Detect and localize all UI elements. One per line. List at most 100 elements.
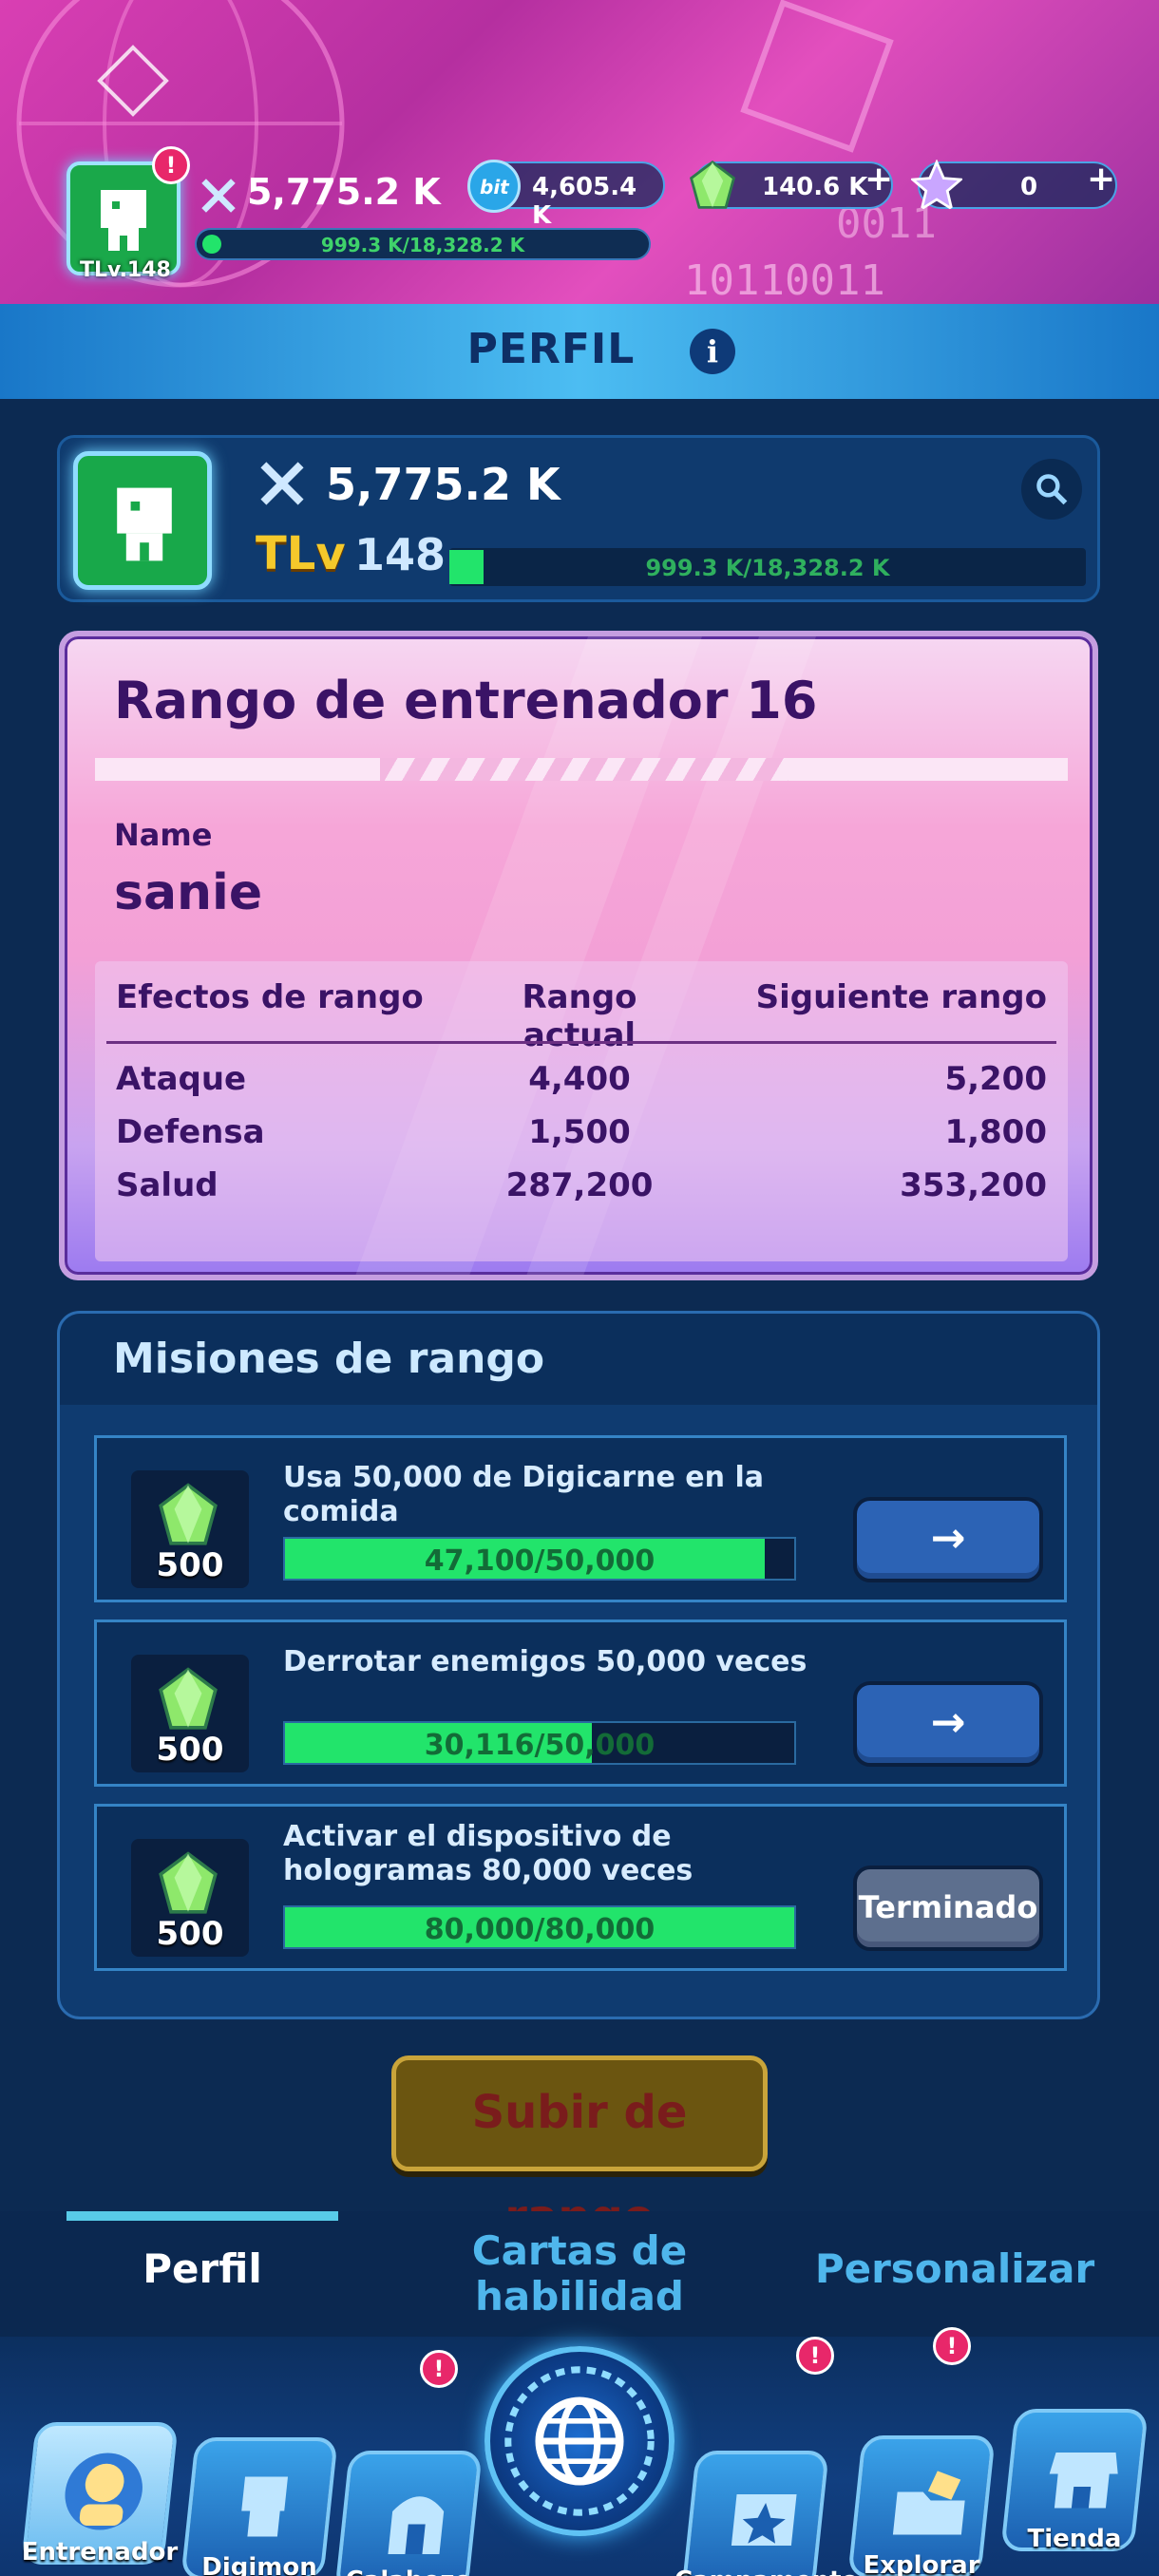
green-crystal-icon <box>159 1851 218 1914</box>
mission-item: 500 Activar el dispositivo de hologramas… <box>94 1804 1067 1971</box>
nav-calabozo-label: Calabozo <box>332 2567 484 2576</box>
camp-flag-icon <box>731 2494 797 2546</box>
name-value: sanie <box>114 864 263 921</box>
mission-progress-bar: 80,000/80,000 <box>283 1905 796 1949</box>
nav-digimon[interactable]: Digimon <box>179 2437 340 2576</box>
profile-xp-text: 999.3 K/18,328.2 K <box>645 555 890 581</box>
mission-description: Usa 50,000 de Digicarne en la comida <box>283 1461 764 1528</box>
row-current: 287,200 <box>505 1166 654 1204</box>
profile-sub-tabs: Perfil Cartas de habilidad Personalizar <box>0 2211 1159 2337</box>
nav-campamento-box <box>681 2451 829 2576</box>
mission-description: Derrotar enemigos 50,000 veces <box>283 1645 808 1678</box>
explorar-alert-badge: ! <box>933 2327 971 2365</box>
nav-campamento-label: Campamento <box>674 2567 858 2576</box>
stars-value: 0 <box>1020 173 1038 201</box>
search-button[interactable] <box>1021 459 1082 520</box>
mission-reward: 500 <box>131 1839 249 1957</box>
profile-power-value: 5,775.2 K <box>326 459 560 510</box>
search-icon <box>1036 474 1068 505</box>
add-stars-button[interactable]: + <box>1087 160 1115 199</box>
mission-reward: 500 <box>131 1470 249 1588</box>
rank-missions-panel: Misiones de rango 500 Usa 50,000 de Digi… <box>57 1311 1100 2019</box>
shop-icon <box>1049 2453 1118 2509</box>
nav-calabozo-box <box>334 2451 483 2576</box>
globe-icon <box>504 2366 655 2516</box>
nav-entrenador[interactable]: Entrenador <box>19 2422 180 2567</box>
row-next: 353,200 <box>900 1166 1047 1204</box>
rainbow-star-icon <box>910 160 963 212</box>
green-crystal-icon <box>159 1667 218 1730</box>
nav-explorar[interactable]: Explorar <box>836 2435 1007 2576</box>
rank-title: Rango de entrenador 16 <box>114 671 818 730</box>
hud-xp-text: 999.3 K/18,328.2 K <box>320 234 525 256</box>
crossed-swords-icon <box>260 462 304 505</box>
hud-xp-bar: 999.3 K/18,328.2 K <box>195 228 651 260</box>
rank-up-button[interactable]: Subir de rango <box>391 2055 768 2244</box>
nav-entrenador-label: Entrenador <box>21 2538 179 2567</box>
dungeon-gate-icon <box>388 2496 445 2554</box>
tab-perfil[interactable]: Perfil <box>66 2245 338 2292</box>
mission-completed-button[interactable]: Terminado <box>853 1866 1043 1951</box>
info-icon[interactable]: i <box>690 329 735 374</box>
missions-header: Misiones de rango <box>60 1314 1097 1405</box>
nav-tienda[interactable]: Tienda <box>994 2409 1155 2553</box>
active-tab-indicator <box>66 2211 338 2221</box>
profile-xp-bar: 999.3 K/18,328.2 K <box>449 548 1086 586</box>
hud-avatar-alert-badge: ! <box>152 146 190 184</box>
dinosaur-avatar-icon <box>117 487 172 561</box>
green-crystal-icon <box>159 1483 218 1545</box>
mission-progress-text: 47,100/50,000 <box>424 1544 656 1578</box>
page-title: PERFIL <box>466 325 636 373</box>
nav-campamento[interactable]: Campamento <box>674 2451 858 2576</box>
hud-avatar-level: TLv.148 <box>80 258 171 282</box>
hud-power-value: 5,775.2 K <box>247 171 441 213</box>
title-bar: PERFIL <box>0 304 1159 399</box>
row-next: 1,800 <box>944 1113 1047 1151</box>
row-next: 5,200 <box>944 1060 1047 1098</box>
row-label: Defensa <box>116 1113 265 1151</box>
mission-progress-bar: 47,100/50,000 <box>283 1537 796 1581</box>
explore-folder-icon <box>892 2471 965 2535</box>
calabozo-alert-badge: ! <box>420 2350 458 2388</box>
row-current: 1,500 <box>528 1113 631 1151</box>
top-hud: 10110011 0011 ! TLv.148 5,775.2 K 999.3 … <box>0 0 1159 304</box>
mission-progress-text: 80,000/80,000 <box>424 1913 656 1946</box>
name-label: Name <box>114 817 213 853</box>
col-header-effects: Efectos de rango <box>116 978 424 1016</box>
dinosaur-avatar-icon <box>101 190 146 251</box>
bits-currency[interactable]: bit 4,605.4 K <box>467 160 665 230</box>
reward-amount: 500 <box>156 1915 224 1953</box>
row-label: Ataque <box>116 1060 247 1098</box>
tab-cartas-de-habilidad[interactable]: Cartas de habilidad <box>428 2228 732 2320</box>
bits-value: 4,605.4 K <box>532 173 637 230</box>
bit-coin-icon: bit <box>467 160 521 213</box>
nav-digimon-label: Digimon <box>201 2553 317 2576</box>
digimon-icon <box>241 2476 289 2537</box>
mission-progress-bar: 30,116/50,000 <box>283 1721 796 1765</box>
profile-tlv-label: TLv <box>256 527 346 580</box>
mission-item: 500 Derrotar enemigos 50,000 veces 30,11… <box>94 1619 1067 1787</box>
reward-amount: 500 <box>156 1731 224 1769</box>
crystals-currency[interactable]: 140.6 K <box>689 161 893 209</box>
rank-card: Rango de entrenador 16 Name sanie Efecto… <box>59 631 1098 1280</box>
add-crystals-button[interactable]: + <box>864 160 893 199</box>
reward-amount: 500 <box>156 1546 224 1584</box>
nav-calabozo[interactable]: Calabozo <box>332 2451 484 2576</box>
col-header-next: Siguiente rango <box>755 978 1047 1016</box>
profile-avatar[interactable] <box>73 451 212 590</box>
campamento-alert-badge: ! <box>796 2337 834 2375</box>
svg-text:bit: bit <box>480 176 510 199</box>
crossed-swords-icon <box>201 179 236 213</box>
mission-reward: 500 <box>131 1655 249 1772</box>
nav-tienda-label: Tienda <box>1027 2525 1122 2553</box>
rank-stripe <box>95 758 1068 781</box>
profile-card: 5,775.2 K TLv 148 999.3 K/18,328.2 K <box>57 435 1100 602</box>
mission-go-button[interactable]: → <box>853 1681 1043 1767</box>
tab-personalizar[interactable]: Personalizar <box>798 2245 1112 2292</box>
center-globe-button[interactable] <box>484 2346 674 2536</box>
missions-title: Misiones de rango <box>113 1335 545 1383</box>
rank-effects-table: Efectos de rango Rango actual Siguiente … <box>95 961 1068 1261</box>
nav-explorar-label: Explorar <box>863 2551 980 2576</box>
mission-go-button[interactable]: → <box>853 1497 1043 1582</box>
mission-progress-text: 30,116/50,000 <box>424 1729 656 1762</box>
